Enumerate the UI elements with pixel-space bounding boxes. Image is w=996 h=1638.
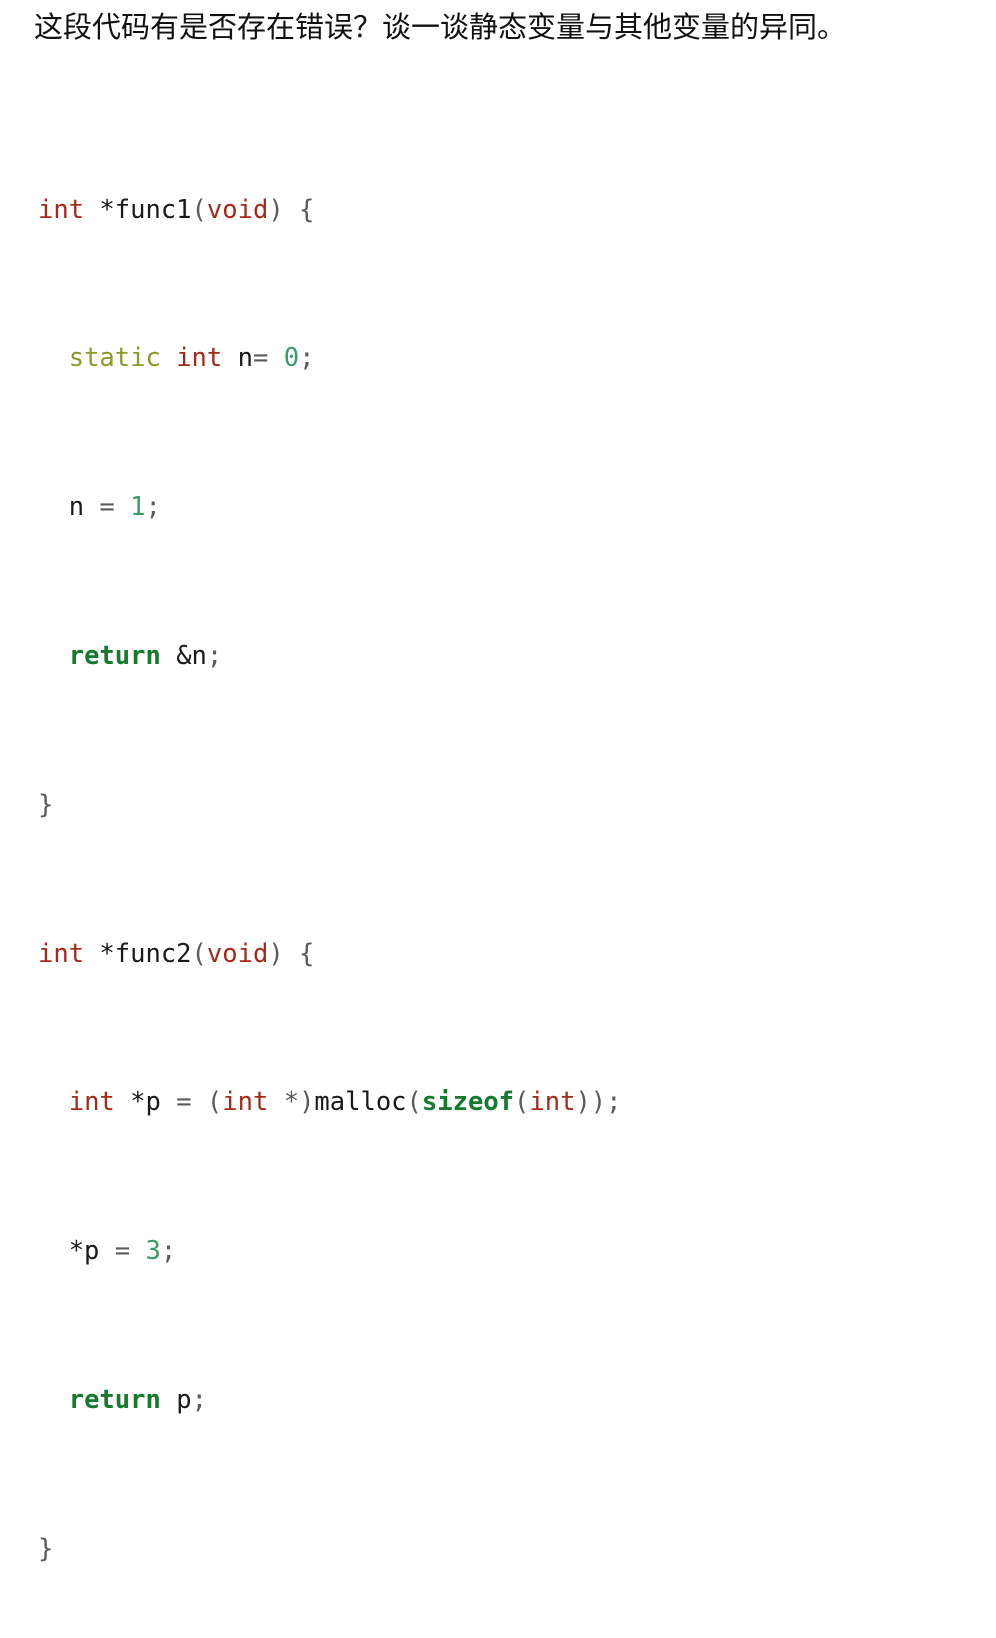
token-punctuation: ( bbox=[191, 938, 207, 969]
token-punctuation: * bbox=[268, 1087, 300, 1118]
token-function-malloc: malloc bbox=[314, 1087, 407, 1118]
token-operator: = bbox=[176, 1087, 207, 1118]
code-line-7: int *p = (int *)malloc(sizeof(int)); bbox=[38, 1084, 622, 1121]
token-punctuation: ( bbox=[206, 1087, 223, 1118]
token-punctuation: ; bbox=[606, 1087, 622, 1118]
token-type: int bbox=[38, 938, 85, 969]
token-brace: } bbox=[38, 1533, 54, 1564]
token-number: 3 bbox=[145, 1236, 161, 1267]
token-keyword: return bbox=[68, 1385, 161, 1416]
token-keyword-sizeof: sizeof bbox=[421, 1087, 515, 1118]
token-type: int bbox=[529, 1087, 576, 1118]
token-punctuation: ) bbox=[268, 938, 300, 969]
token-keyword: return bbox=[68, 641, 161, 672]
token-type: int bbox=[68, 1087, 115, 1118]
token-identifier: n bbox=[38, 492, 100, 523]
token-brace: { bbox=[299, 938, 315, 969]
code-line-4: return &n; bbox=[38, 638, 622, 675]
page-title: 这段代码有是否存在错误？谈一谈静态变量与其他变量的异同。 bbox=[34, 10, 847, 44]
token-identifier: *p bbox=[38, 1236, 115, 1267]
code-line-1: int *func1(void) { bbox=[38, 192, 622, 229]
token-punctuation: ; bbox=[160, 1236, 177, 1267]
token-type: void bbox=[206, 194, 269, 225]
token-identifier: p bbox=[160, 1385, 192, 1416]
token-punctuation: ; bbox=[299, 343, 315, 374]
code-line-10: } bbox=[38, 1531, 622, 1568]
token-brace: } bbox=[38, 789, 54, 820]
code-line-8: *p = 3; bbox=[38, 1233, 622, 1270]
token-type: void bbox=[206, 938, 269, 969]
code-line-9: return p; bbox=[38, 1382, 622, 1419]
token-punctuation: ( bbox=[514, 1087, 530, 1118]
token-operator: = bbox=[252, 343, 284, 374]
token-type: int bbox=[222, 1087, 269, 1118]
token-brace: { bbox=[299, 194, 315, 225]
token-identifier: *func2 bbox=[84, 938, 192, 969]
token-punctuation: ; bbox=[145, 492, 161, 523]
token-punctuation: )) bbox=[575, 1087, 607, 1118]
token-identifier: *p bbox=[114, 1087, 177, 1118]
token-operator: = bbox=[99, 492, 131, 523]
token-operator: = bbox=[114, 1236, 146, 1267]
token-punctuation: ; bbox=[191, 1385, 207, 1416]
token-identifier: n bbox=[222, 343, 253, 374]
token-type: int bbox=[38, 194, 85, 225]
token-identifier: *func1 bbox=[84, 194, 192, 225]
token-punctuation: ) bbox=[268, 194, 300, 225]
code-line-5: } bbox=[38, 787, 622, 824]
token-punctuation: ( bbox=[191, 194, 207, 225]
code-line-2: static int n= 0; bbox=[38, 340, 622, 377]
token-punctuation: ) bbox=[299, 1087, 315, 1118]
token-number: 0 bbox=[283, 343, 300, 374]
token-punctuation: ; bbox=[206, 641, 223, 672]
token-storage: static bbox=[68, 343, 161, 374]
token-number: 1 bbox=[130, 492, 146, 523]
code-block: int *func1(void) { static int n= 0; n = … bbox=[38, 80, 622, 1638]
token-type: int bbox=[176, 343, 223, 374]
page-root: 这段代码有是否存在错误？谈一谈静态变量与其他变量的异同。 int *func1(… bbox=[0, 0, 996, 1564]
token-punctuation: ( bbox=[406, 1087, 422, 1118]
token-identifier: &n bbox=[160, 641, 207, 672]
code-line-3: n = 1; bbox=[38, 489, 622, 526]
code-line-6: int *func2(void) { bbox=[38, 936, 622, 973]
